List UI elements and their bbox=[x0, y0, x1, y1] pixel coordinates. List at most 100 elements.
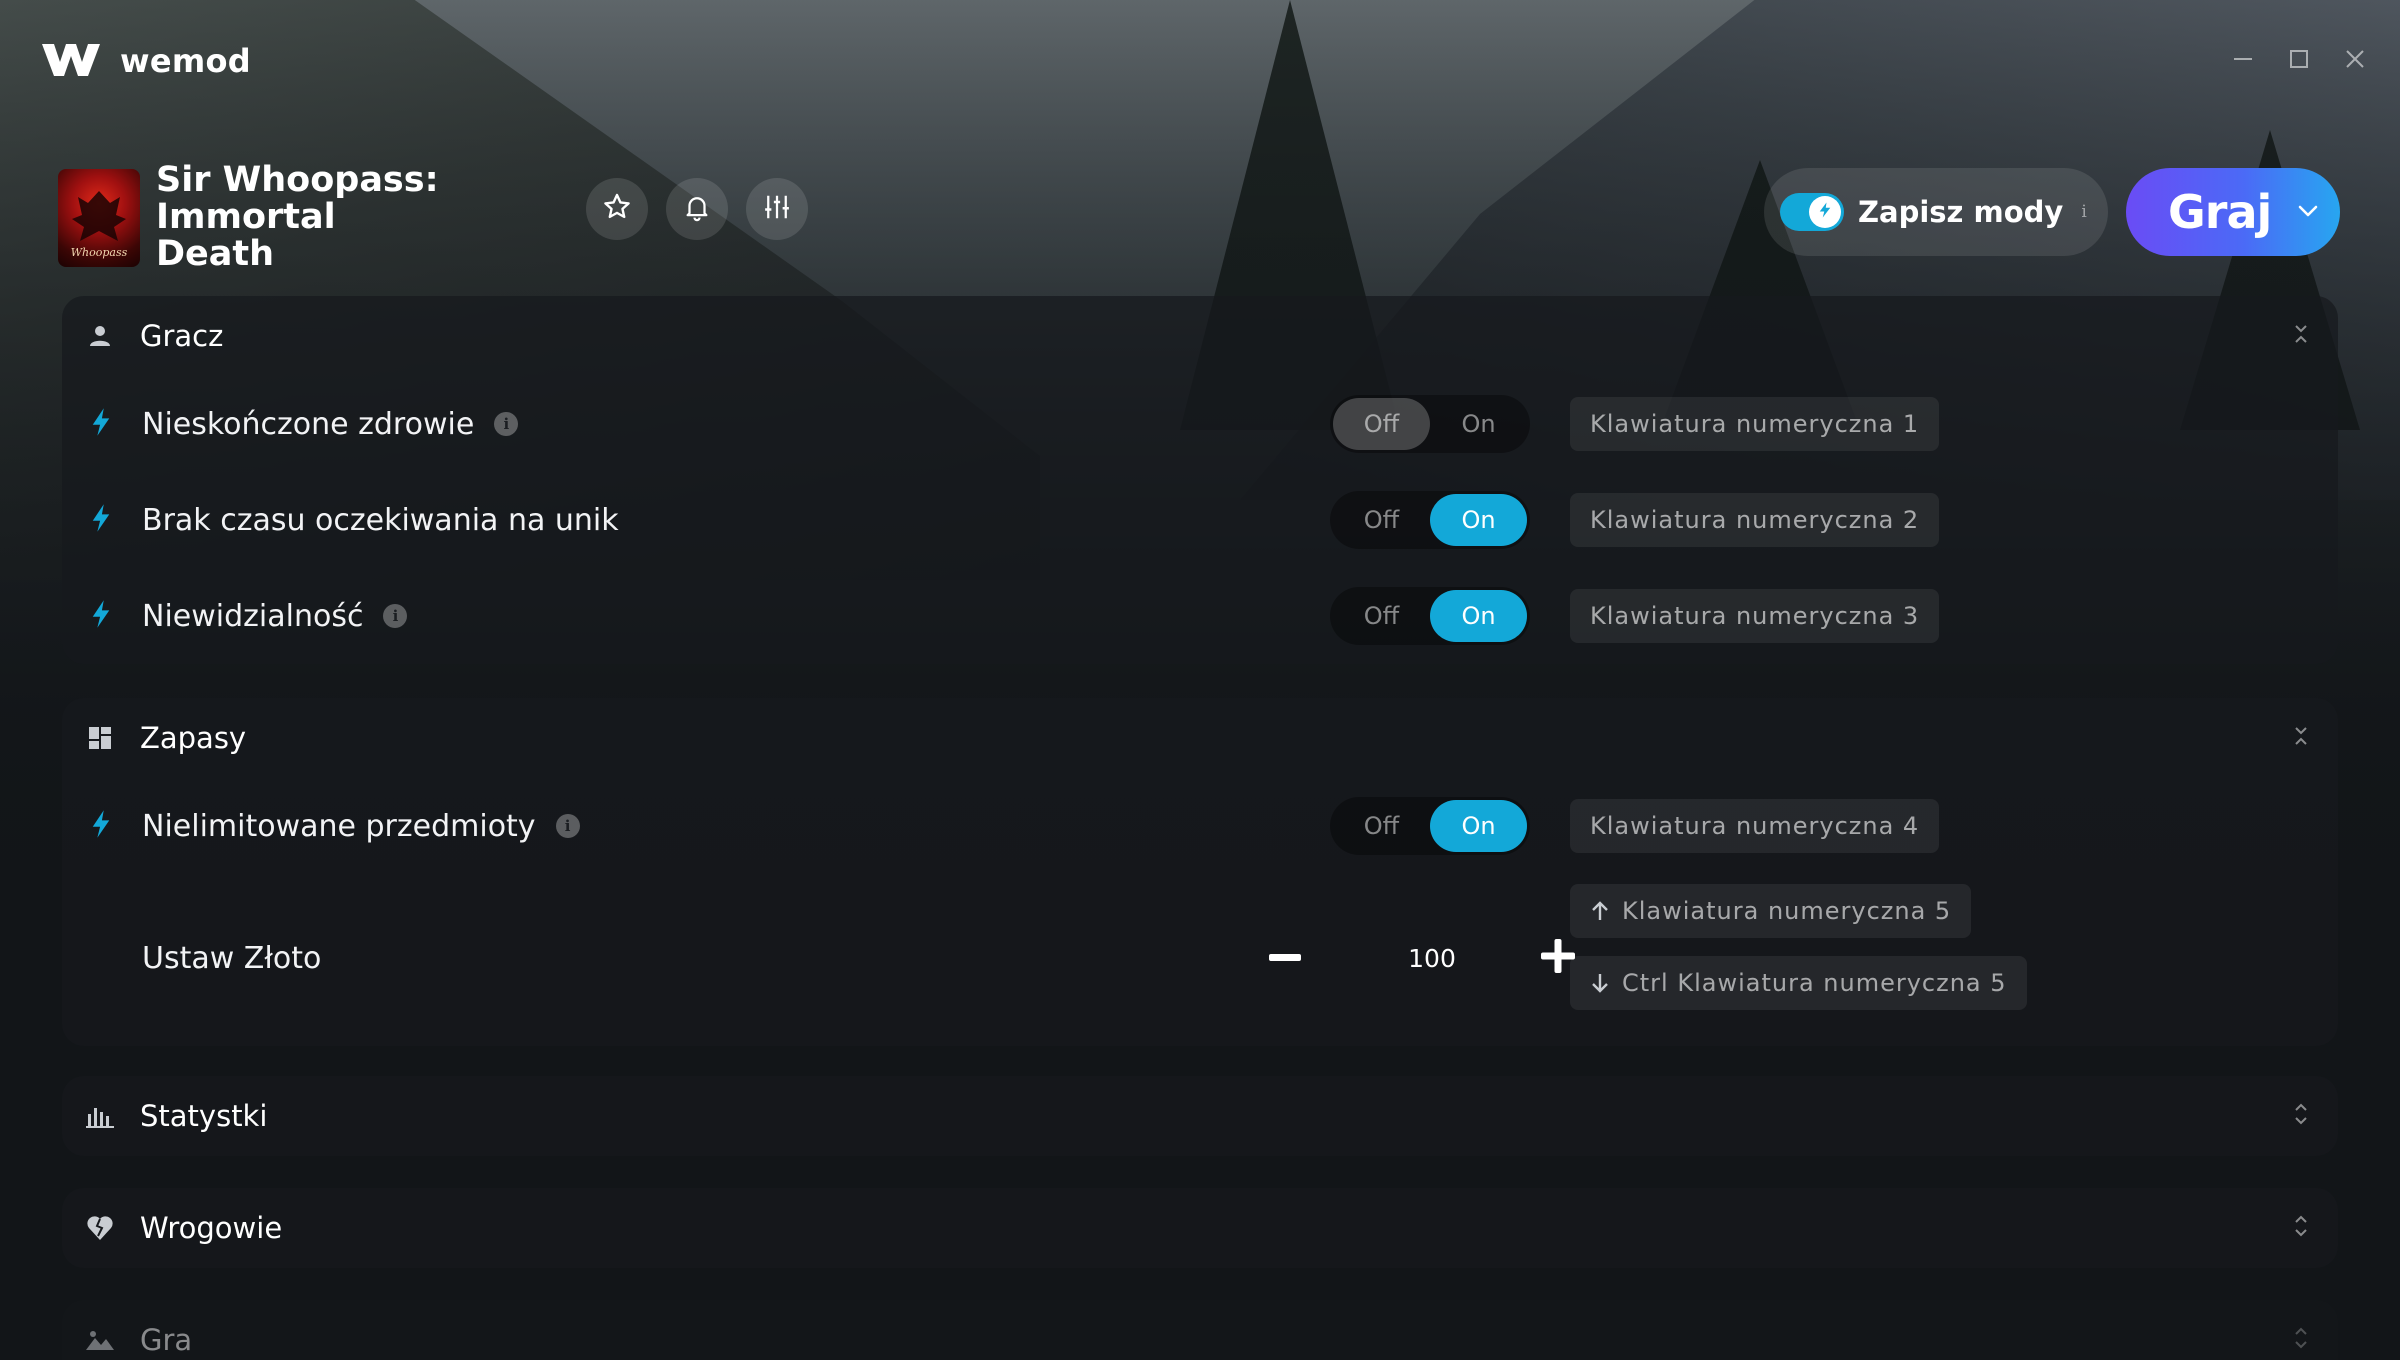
decrease-button[interactable] bbox=[1268, 944, 1302, 974]
hotkey-badge[interactable]: Klawiatura numeryczna 3 bbox=[1570, 589, 1940, 643]
section-enemies-header[interactable]: Wrogowie bbox=[62, 1188, 2338, 1268]
game-title-line-2: Immortal Death bbox=[156, 197, 336, 274]
mod-label-text: Niewidzialność bbox=[142, 598, 364, 634]
mod-toggle[interactable]: Off On bbox=[1330, 395, 1530, 453]
game-title-line-1: Sir Whoopass: bbox=[156, 160, 439, 200]
hotkey-badge[interactable]: Klawiatura numeryczna 1 bbox=[1570, 397, 1940, 451]
game-thumbnail-text: Whoopass bbox=[70, 245, 128, 259]
toggle-off[interactable]: Off bbox=[1333, 494, 1430, 546]
mod-label: Niewidzialność i bbox=[142, 598, 408, 634]
gold-label: Ustaw Złoto bbox=[142, 940, 322, 976]
toggle-off[interactable]: Off bbox=[1333, 590, 1430, 642]
mod-label: Brak czasu oczekiwania na unik bbox=[142, 503, 619, 538]
section-player: Gracz Nieskończone zdrowie i Off On Klaw… bbox=[62, 296, 2338, 664]
play-button[interactable]: Graj bbox=[2126, 168, 2340, 256]
collapse-icon[interactable] bbox=[2292, 322, 2310, 350]
chevron-down-icon[interactable] bbox=[2297, 203, 2319, 222]
expand-icon[interactable] bbox=[2292, 1212, 2310, 1244]
hotkey-decrease-badge[interactable]: Ctrl Klawiatura numeryczna 5 bbox=[1570, 956, 2027, 1010]
section-enemies[interactable]: Wrogowie bbox=[62, 1188, 2338, 1268]
grid-icon bbox=[86, 724, 114, 752]
mod-label-text: Nielimitowane przedmioty bbox=[142, 808, 536, 844]
game-header: Whoopass Sir Whoopass: Immortal Death bbox=[58, 162, 456, 273]
game-thumbnail[interactable]: Whoopass bbox=[58, 168, 140, 267]
section-inventory: Zapasy Nielimitowane przedmioty i Off On… bbox=[62, 698, 2338, 1046]
bolt-icon bbox=[90, 407, 112, 441]
hotkey-badge[interactable]: Klawiatura numeryczna 4 bbox=[1570, 799, 1940, 853]
notifications-button[interactable] bbox=[666, 178, 728, 240]
section-game[interactable]: Gra bbox=[62, 1300, 2338, 1360]
game-title: Sir Whoopass: Immortal Death bbox=[156, 162, 456, 273]
sliders-icon bbox=[762, 192, 792, 226]
toggle-on[interactable]: On bbox=[1430, 800, 1527, 852]
mod-label: Nieskończone zdrowie i bbox=[142, 406, 519, 442]
save-mods-toggle-knob bbox=[1809, 196, 1841, 228]
landscape-icon bbox=[86, 1326, 114, 1354]
mod-toggle[interactable]: Off On bbox=[1330, 491, 1530, 549]
section-stats-header[interactable]: Statystki bbox=[62, 1076, 2338, 1156]
toggle-off[interactable]: Off bbox=[1333, 398, 1430, 450]
section-player-header[interactable]: Gracz bbox=[62, 296, 2338, 376]
save-mods-info-icon[interactable]: i bbox=[2081, 202, 2086, 222]
info-icon[interactable]: i bbox=[383, 604, 408, 628]
toggle-on[interactable]: On bbox=[1430, 494, 1527, 546]
hotkey-decrease-text: Ctrl Klawiatura numeryczna 5 bbox=[1622, 969, 2007, 997]
user-icon bbox=[86, 322, 114, 350]
arrow-up-icon bbox=[1590, 900, 1610, 922]
section-inventory-header[interactable]: Zapasy bbox=[62, 698, 2338, 778]
toggle-off[interactable]: Off bbox=[1333, 800, 1430, 852]
maximize-icon[interactable] bbox=[2284, 44, 2314, 74]
toggle-on[interactable]: On bbox=[1430, 398, 1527, 450]
collapse-icon[interactable] bbox=[2292, 724, 2310, 752]
mod-toggle[interactable]: Off On bbox=[1330, 587, 1530, 645]
hotkey-increase-badge[interactable]: Klawiatura numeryczna 5 bbox=[1570, 884, 1972, 938]
bolt-icon bbox=[90, 809, 112, 843]
favorite-button[interactable] bbox=[586, 178, 648, 240]
expand-icon[interactable] bbox=[2292, 1100, 2310, 1132]
mod-row: Niewidzialność i Off On Klawiatura numer… bbox=[62, 568, 2338, 664]
window-controls bbox=[2228, 44, 2370, 74]
app-window: wemod Whoopass Sir Whoopass: Immortal De… bbox=[0, 0, 2400, 1360]
title-bar: wemod bbox=[0, 0, 2400, 120]
save-mods-control[interactable]: Zapisz mody i bbox=[1764, 168, 2108, 256]
broken-heart-icon bbox=[86, 1214, 114, 1242]
close-icon[interactable] bbox=[2340, 44, 2370, 74]
hotkey-badge[interactable]: Klawiatura numeryczna 2 bbox=[1570, 493, 1940, 547]
star-icon bbox=[601, 191, 633, 227]
brand: wemod bbox=[40, 38, 251, 84]
section-stats[interactable]: Statystki bbox=[62, 1076, 2338, 1156]
info-icon[interactable]: i bbox=[555, 814, 580, 838]
bar-chart-icon bbox=[86, 1102, 114, 1130]
expand-icon[interactable] bbox=[2292, 1324, 2310, 1356]
arrow-down-icon bbox=[1590, 972, 1610, 994]
play-label: Graj bbox=[2168, 185, 2272, 239]
mod-row: Nielimitowane przedmioty i Off On Klawia… bbox=[62, 778, 2338, 874]
section-stats-title: Statystki bbox=[140, 1099, 268, 1133]
section-game-title: Gra bbox=[140, 1323, 193, 1357]
mod-label: Nielimitowane przedmioty i bbox=[142, 809, 580, 844]
section-game-header[interactable]: Gra bbox=[62, 1300, 2338, 1360]
bolt-icon bbox=[1816, 201, 1834, 223]
save-mods-label: Zapisz mody bbox=[1858, 195, 2064, 229]
bell-icon bbox=[682, 192, 712, 226]
mod-label-text: Brak czasu oczekiwania na unik bbox=[142, 502, 619, 538]
gold-value[interactable]: 100 bbox=[1362, 944, 1502, 973]
section-inventory-title: Zapasy bbox=[140, 721, 247, 755]
mod-row: Nieskończone zdrowie i Off On Klawiatura… bbox=[62, 376, 2338, 472]
mod-label-text: Nieskończone zdrowie bbox=[142, 406, 475, 442]
info-icon[interactable]: i bbox=[494, 412, 519, 436]
mod-row: Brak czasu oczekiwania na unik Off On Kl… bbox=[62, 472, 2338, 568]
bolt-icon bbox=[90, 599, 112, 633]
wemod-logo-icon bbox=[40, 38, 102, 84]
save-mods-toggle[interactable] bbox=[1780, 193, 1844, 231]
section-enemies-title: Wrogowie bbox=[140, 1211, 283, 1245]
app-name: wemod bbox=[120, 42, 251, 80]
bolt-icon bbox=[90, 503, 112, 537]
toggle-on[interactable]: On bbox=[1430, 590, 1527, 642]
minimize-icon[interactable] bbox=[2228, 44, 2258, 74]
hotkey-increase-text: Klawiatura numeryczna 5 bbox=[1622, 897, 1952, 925]
game-actions bbox=[586, 178, 808, 240]
settings-button[interactable] bbox=[746, 178, 808, 240]
mod-toggle[interactable]: Off On bbox=[1330, 797, 1530, 855]
gold-row: Ustaw Złoto 100 Klawiatura numeryczna 5 … bbox=[62, 874, 2338, 1042]
